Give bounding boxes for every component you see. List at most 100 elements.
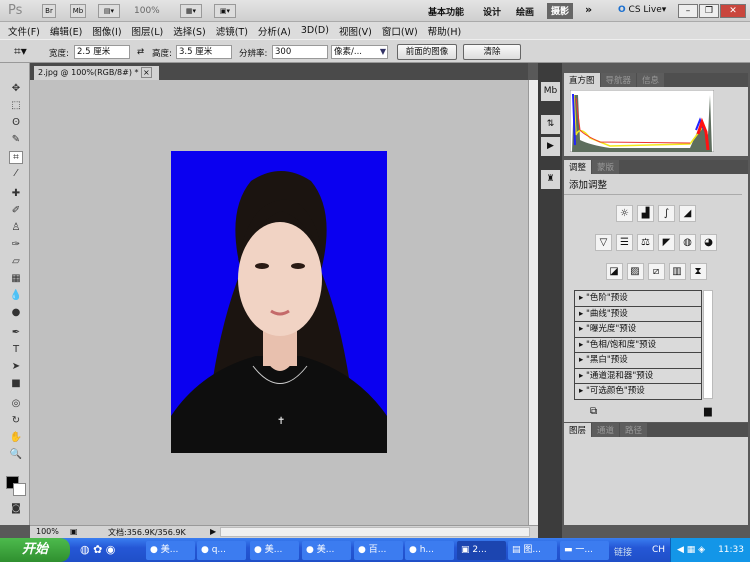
shape-tool-icon[interactable]: ■ bbox=[9, 378, 23, 391]
menu-edit[interactable]: 编辑(E) bbox=[50, 24, 82, 38]
color-balance-icon[interactable]: ⚖ bbox=[637, 234, 654, 251]
background-color-swatch[interactable] bbox=[13, 483, 26, 496]
taskbar-item[interactable]: ● 美... bbox=[250, 541, 299, 560]
black-white-icon[interactable]: ◤ bbox=[658, 234, 675, 251]
delete-adjustment-icon[interactable]: ▆ bbox=[704, 406, 712, 417]
exposure-icon[interactable]: ◢ bbox=[679, 205, 696, 222]
document-tab[interactable]: 2.jpg @ 100%(RGB/8#) * × bbox=[34, 66, 159, 80]
menu-select[interactable]: 选择(S) bbox=[173, 24, 205, 38]
channel-mixer-icon[interactable]: ◕ bbox=[700, 234, 717, 251]
tab-masks[interactable]: 蒙版 bbox=[592, 160, 620, 174]
3d-rotate-tool-icon[interactable]: ◎ bbox=[9, 398, 23, 411]
tab-navigator[interactable]: 导航器 bbox=[600, 73, 637, 87]
tab-adjustments[interactable]: 调整 bbox=[564, 160, 592, 174]
horizontal-scrollbar[interactable] bbox=[220, 527, 530, 537]
workspace-painting[interactable]: 绘画 bbox=[516, 5, 534, 18]
zoom-percentage[interactable]: 100% bbox=[36, 527, 59, 536]
vertical-scrollbar[interactable] bbox=[528, 80, 538, 525]
mini-bridge-button[interactable]: Mb bbox=[70, 4, 86, 18]
lasso-tool-icon[interactable]: ʘ bbox=[9, 117, 23, 130]
hand-tool-icon[interactable]: ✋ bbox=[9, 432, 23, 445]
hue-saturation-icon[interactable]: ☰ bbox=[616, 234, 633, 251]
close-document-icon[interactable]: × bbox=[141, 67, 152, 78]
tray-icons[interactable]: ◀ ▦ ◈ bbox=[677, 538, 705, 562]
invert-icon[interactable]: ◪ bbox=[605, 263, 623, 280]
posterize-icon[interactable]: ▨ bbox=[626, 263, 644, 280]
taskbar-item[interactable]: ● 美... bbox=[146, 541, 195, 560]
preset-curves[interactable]: ▸ "曲线"预设 bbox=[574, 306, 702, 322]
resolution-input[interactable]: 300 bbox=[272, 45, 328, 59]
preset-exposure[interactable]: ▸ "曝光度"预设 bbox=[574, 322, 702, 338]
3d-orbit-tool-icon[interactable]: ↻ bbox=[9, 415, 23, 428]
selective-color-icon[interactable]: ⧗ bbox=[689, 263, 707, 280]
close-button[interactable]: ✕ bbox=[720, 4, 746, 18]
clear-button[interactable]: 清除 bbox=[463, 44, 521, 60]
menu-analysis[interactable]: 分析(A) bbox=[258, 24, 291, 38]
height-input[interactable]: 3.5 厘米 bbox=[176, 45, 232, 59]
tab-layers[interactable]: 图层 bbox=[564, 423, 592, 437]
blur-tool-icon[interactable]: 💧 bbox=[9, 290, 23, 303]
menu-help[interactable]: 帮助(H) bbox=[428, 24, 462, 38]
history-brush-tool-icon[interactable]: ✑ bbox=[9, 239, 23, 252]
taskbar-item[interactable]: ● 百... bbox=[354, 541, 403, 560]
minimize-button[interactable]: – bbox=[678, 4, 698, 18]
mini-bridge-panel-icon[interactable]: Mb bbox=[541, 82, 560, 101]
zoom-level-dropdown[interactable]: 100% bbox=[134, 6, 160, 16]
bridge-button[interactable]: Br bbox=[42, 4, 56, 18]
move-tool-icon[interactable]: ✥ bbox=[9, 83, 23, 96]
gradient-tool-icon[interactable]: ▦ bbox=[9, 273, 23, 286]
canvas-area[interactable]: ✝ bbox=[30, 80, 528, 525]
start-button[interactable]: 开始 bbox=[0, 538, 70, 562]
cs-live-button[interactable]: O CS Live▾ bbox=[618, 5, 666, 15]
preset-hue-saturation[interactable]: ▸ "色相/饱和度"预设 bbox=[574, 337, 702, 353]
presets-scrollbar[interactable] bbox=[703, 290, 713, 399]
crop-tool-preset-icon[interactable]: ⌗▾ bbox=[14, 44, 27, 59]
quick-launch-icons[interactable]: ◍ ✿ ◉ bbox=[80, 543, 115, 556]
more-workspaces-button[interactable]: » bbox=[585, 3, 592, 16]
arrange-documents-button[interactable]: ▦▾ bbox=[180, 4, 202, 18]
screen-mode-button[interactable]: ▣▾ bbox=[214, 4, 236, 18]
levels-icon[interactable]: ▟ bbox=[637, 205, 654, 222]
menu-3d[interactable]: 3D(D) bbox=[301, 25, 329, 36]
dodge-tool-icon[interactable]: ● bbox=[9, 307, 23, 320]
taskbar-item[interactable]: ● q... bbox=[197, 541, 246, 560]
photo-filter-icon[interactable]: ◍ bbox=[679, 234, 696, 251]
pen-tool-icon[interactable]: ✒ bbox=[9, 327, 23, 340]
tab-paths[interactable]: 路径 bbox=[620, 423, 648, 437]
marquee-tool-icon[interactable]: ⬚ bbox=[9, 100, 23, 113]
clone-source-panel-icon[interactable]: ♜ bbox=[541, 170, 560, 189]
width-input[interactable]: 2.5 厘米 bbox=[74, 45, 130, 59]
brush-tool-icon[interactable]: ✐ bbox=[9, 205, 23, 218]
crop-tool-icon[interactable]: ⌗ bbox=[9, 151, 23, 164]
preset-channel-mixer[interactable]: ▸ "通道混和器"预设 bbox=[574, 368, 702, 384]
type-tool-icon[interactable]: T bbox=[9, 344, 23, 357]
view-extras-button[interactable]: ▤▾ bbox=[98, 4, 120, 18]
gradient-map-icon[interactable]: ▥ bbox=[668, 263, 686, 280]
healing-brush-tool-icon[interactable]: ✚ bbox=[9, 188, 23, 201]
tab-histogram[interactable]: 直方图 bbox=[564, 73, 600, 87]
menu-filter[interactable]: 滤镜(T) bbox=[216, 24, 248, 38]
taskbar-item[interactable]: ● h... bbox=[405, 541, 454, 560]
resolution-unit-select[interactable]: 像素/... ▼ bbox=[331, 45, 388, 59]
actions-panel-icon[interactable]: ▶ bbox=[541, 137, 560, 156]
curves-icon[interactable]: ∫ bbox=[658, 205, 675, 222]
taskbar-item[interactable]: ▬ 一... bbox=[560, 541, 609, 560]
quick-selection-tool-icon[interactable]: ✎ bbox=[9, 134, 23, 147]
preset-black-white[interactable]: ▸ "黑白"预设 bbox=[574, 353, 702, 369]
clone-stamp-tool-icon[interactable]: ♙ bbox=[9, 222, 23, 235]
path-selection-tool-icon[interactable]: ➤ bbox=[9, 361, 23, 374]
taskbar-item[interactable]: ▤ 图... bbox=[508, 541, 557, 560]
preset-levels[interactable]: ▸ "色阶"预设 bbox=[574, 291, 702, 307]
status-menu-arrow-icon[interactable]: ▶ bbox=[210, 527, 216, 536]
threshold-icon[interactable]: ⧄ bbox=[647, 263, 665, 280]
menu-layer[interactable]: 图层(L) bbox=[132, 24, 164, 38]
eyedropper-tool-icon[interactable]: ⁄ bbox=[9, 168, 23, 181]
workspace-design[interactable]: 设计 bbox=[483, 5, 501, 18]
workspace-essentials[interactable]: 基本功能 bbox=[428, 5, 464, 18]
links-toolbar[interactable]: 链接 bbox=[614, 545, 632, 558]
menu-view[interactable]: 视图(V) bbox=[339, 24, 372, 38]
menu-window[interactable]: 窗口(W) bbox=[382, 24, 418, 38]
tab-channels[interactable]: 通道 bbox=[592, 423, 620, 437]
menu-file[interactable]: 文件(F) bbox=[8, 24, 40, 38]
vibrance-icon[interactable]: ▽ bbox=[595, 234, 612, 251]
